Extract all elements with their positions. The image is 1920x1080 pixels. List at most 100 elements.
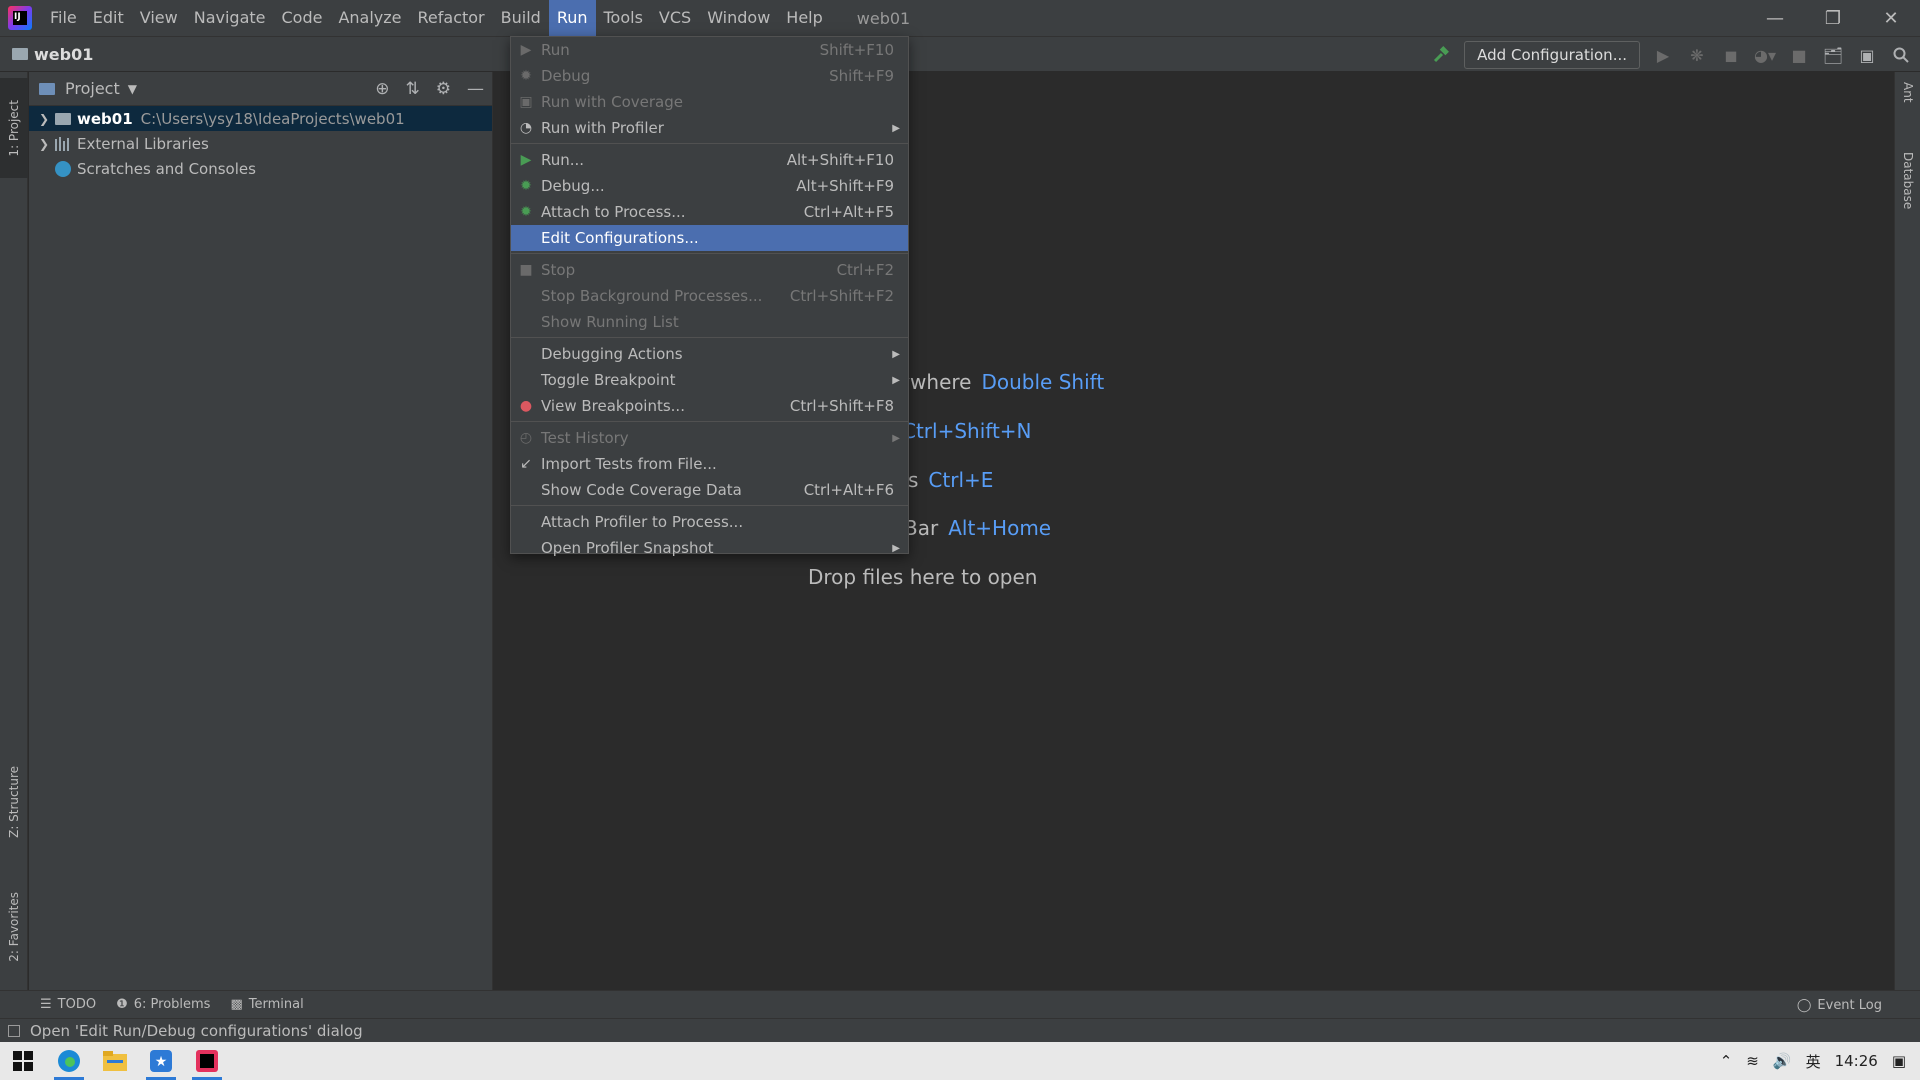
tab-problems[interactable]: ❶ 6: Problems [108,997,210,1012]
tab-favorites[interactable]: 2: Favorites [0,877,28,977]
file-explorer-icon[interactable] [92,1042,138,1080]
layout-icon[interactable]: ▣ [1856,44,1878,66]
menu-refactor[interactable]: Refactor [410,0,493,36]
tab-todo[interactable]: ☰ TODO [12,997,96,1012]
menu-item-run-with-coverage[interactable]: ▣ Run with Coverage [511,89,908,115]
collapse-all-icon[interactable]: ⇅ [406,79,420,99]
menu-item-shortcut: Shift+F9 [829,67,894,85]
close-icon[interactable]: ✕ [1862,0,1920,36]
intellij-taskbar-icon[interactable] [184,1042,230,1080]
chevron-right-icon[interactable]: ❯ [33,137,55,151]
menu-item-run[interactable]: ▶ Run... Alt+Shift+F10 [511,147,908,173]
tab-database[interactable]: Database [1895,152,1920,302]
menu-item-import-tests-from-file[interactable]: ↙ Import Tests from File... [511,451,908,477]
locate-file-icon[interactable]: ⊕ [375,79,389,99]
hide-panel-icon[interactable]: — [467,79,484,99]
tab-structure[interactable]: Z: Structure [0,752,28,852]
menu-item-debug[interactable]: ✹ Debug Shift+F9 [511,63,908,89]
submenu-arrow-icon: ▶ [892,432,900,444]
scratches-icon [55,160,71,177]
hint-navigation-bar: Bar Alt+Home [904,516,1051,540]
restore-icon[interactable]: ❐ [1804,0,1862,36]
menu-item-debug[interactable]: ✹ Debug... Alt+Shift+F9 [511,173,908,199]
tree-node-scratches[interactable]: Scratches and Consoles [29,156,492,181]
tab-todo-label: TODO [57,997,97,1012]
run-icon: ▶ [520,42,532,58]
debug-icon: ✹ [520,68,532,84]
gear-icon[interactable]: ⚙ [436,79,451,99]
breadcrumb-project[interactable]: web01 [12,45,93,64]
menu-item-label: Open Profiler Snapshot [541,539,714,557]
chevron-up-icon[interactable]: ⌃ [1720,1052,1733,1070]
menu-edit[interactable]: Edit [85,0,132,36]
menu-item-shortcut: Ctrl+Shift+F2 [789,287,894,305]
menu-item-edit-configurations[interactable]: Edit Configurations... [511,225,908,251]
stop-icon[interactable]: ■ [1788,44,1810,66]
volume-icon[interactable]: 🔊 [1773,1052,1792,1070]
project-view-selector[interactable]: Project [65,79,120,98]
menu-build[interactable]: Build [493,0,549,36]
profiler-icon: ◔ [519,120,533,136]
menu-help[interactable]: Help [778,0,830,36]
menu-tools[interactable]: Tools [596,0,651,36]
menu-item-label: Show Running List [541,313,679,331]
menu-item-run[interactable]: ▶ Run Shift+F10 [511,37,908,63]
menu-item-label: Debug... [541,177,605,195]
hint-shortcut: Alt+Home [948,516,1052,540]
project-tree: ❯ web01 C:\Users\ysy18\IdeaProjects\web0… [29,106,492,181]
chevron-down-icon[interactable]: ▼ [128,82,137,96]
tree-node-web01[interactable]: ❯ web01 C:\Users\ysy18\IdeaProjects\web0… [29,106,492,131]
menu-item-toggle-breakpoint[interactable]: Toggle Breakpoint ▶ [511,367,908,393]
menu-analyze[interactable]: Analyze [330,0,409,36]
attach-icon: ✹ [520,204,532,220]
menu-item-test-history[interactable]: ◴ Test History ▶ [511,425,908,451]
menu-item-open-profiler-snapshot[interactable]: Open Profiler Snapshot ▶ [511,535,908,561]
menu-item-debugging-actions[interactable]: Debugging Actions ▶ [511,341,908,367]
tab-project[interactable]: 1: Project [0,78,28,178]
minimize-icon[interactable]: — [1746,0,1804,36]
menu-item-show-code-coverage-data[interactable]: Show Code Coverage Data Ctrl+Alt+F6 [511,477,908,503]
svg-text:★: ★ [155,1054,168,1070]
menu-file[interactable]: File [42,0,85,36]
build-hammer-icon[interactable] [1430,44,1452,66]
menu-item-show-running-list[interactable]: Show Running List [511,309,908,335]
menu-item-attach-to-process[interactable]: ✹ Attach to Process... Ctrl+Alt+F5 [511,199,908,225]
tab-terminal[interactable]: ▩ Terminal [222,997,303,1012]
menu-item-view-breakpoints[interactable]: ● View Breakpoints... Ctrl+Shift+F8 [511,393,908,419]
intellij-logo-icon[interactable]: IJ [8,6,32,30]
edge-browser-icon[interactable] [46,1042,92,1080]
project-panel: Project ▼ ⊕ ⇅ ⚙ — ❯ web01 C:\Users\ysy18… [29,72,493,990]
menu-window[interactable]: Window [699,0,778,36]
toggle-tool-windows-icon[interactable] [8,1024,20,1037]
wifi-icon[interactable]: ≋ [1746,1052,1759,1070]
tab-ant[interactable]: Ant [1895,82,1920,142]
menu-item-stop-background-processes[interactable]: Stop Background Processes... Ctrl+Shift+F… [511,283,908,309]
menu-item-run-with-profiler[interactable]: ◔ Run with Profiler ▶ [511,115,908,141]
windows-start-icon[interactable] [0,1042,46,1080]
app-icon[interactable]: ★ [138,1042,184,1080]
profiler-icon[interactable]: ◕▾ [1754,44,1776,66]
menu-code[interactable]: Code [274,0,331,36]
search-icon[interactable] [1890,44,1912,66]
menu-navigate[interactable]: Navigate [186,0,274,36]
ime-indicator[interactable]: 英 [1806,1051,1821,1072]
menu-item-attach-profiler-to-process[interactable]: Attach Profiler to Process... [511,509,908,535]
tab-event-log[interactable]: ◯ Event Log [1797,991,1882,1019]
chevron-right-icon[interactable]: ❯ [33,112,55,126]
notification-icon[interactable]: ▣ [1892,1052,1906,1070]
menu-view[interactable]: View [132,0,186,36]
main-menu: File Edit View Navigate Code Analyze Refactor B… [42,0,831,36]
project-structure-icon[interactable]: 🗂 [1822,44,1844,66]
run-icon[interactable]: ▶ [1652,44,1674,66]
debug-icon[interactable]: ❋ [1686,44,1708,66]
menu-run[interactable]: Run [548,0,596,36]
coverage-icon[interactable]: ◼ [1720,44,1742,66]
hint-shortcut: Ctrl+E [928,468,994,492]
windows-taskbar: ★ ⌃ ≋ 🔊 英 14:26 ▣ [0,1042,1920,1080]
add-configuration-button[interactable]: Add Configuration... [1464,41,1640,69]
module-folder-icon [55,112,71,125]
tree-node-external-libraries[interactable]: ❯ External Libraries [29,131,492,156]
menu-item-stop[interactable]: ■ Stop Ctrl+F2 [511,257,908,283]
menu-vcs[interactable]: VCS [651,0,699,36]
clock[interactable]: 14:26 [1835,1052,1878,1070]
